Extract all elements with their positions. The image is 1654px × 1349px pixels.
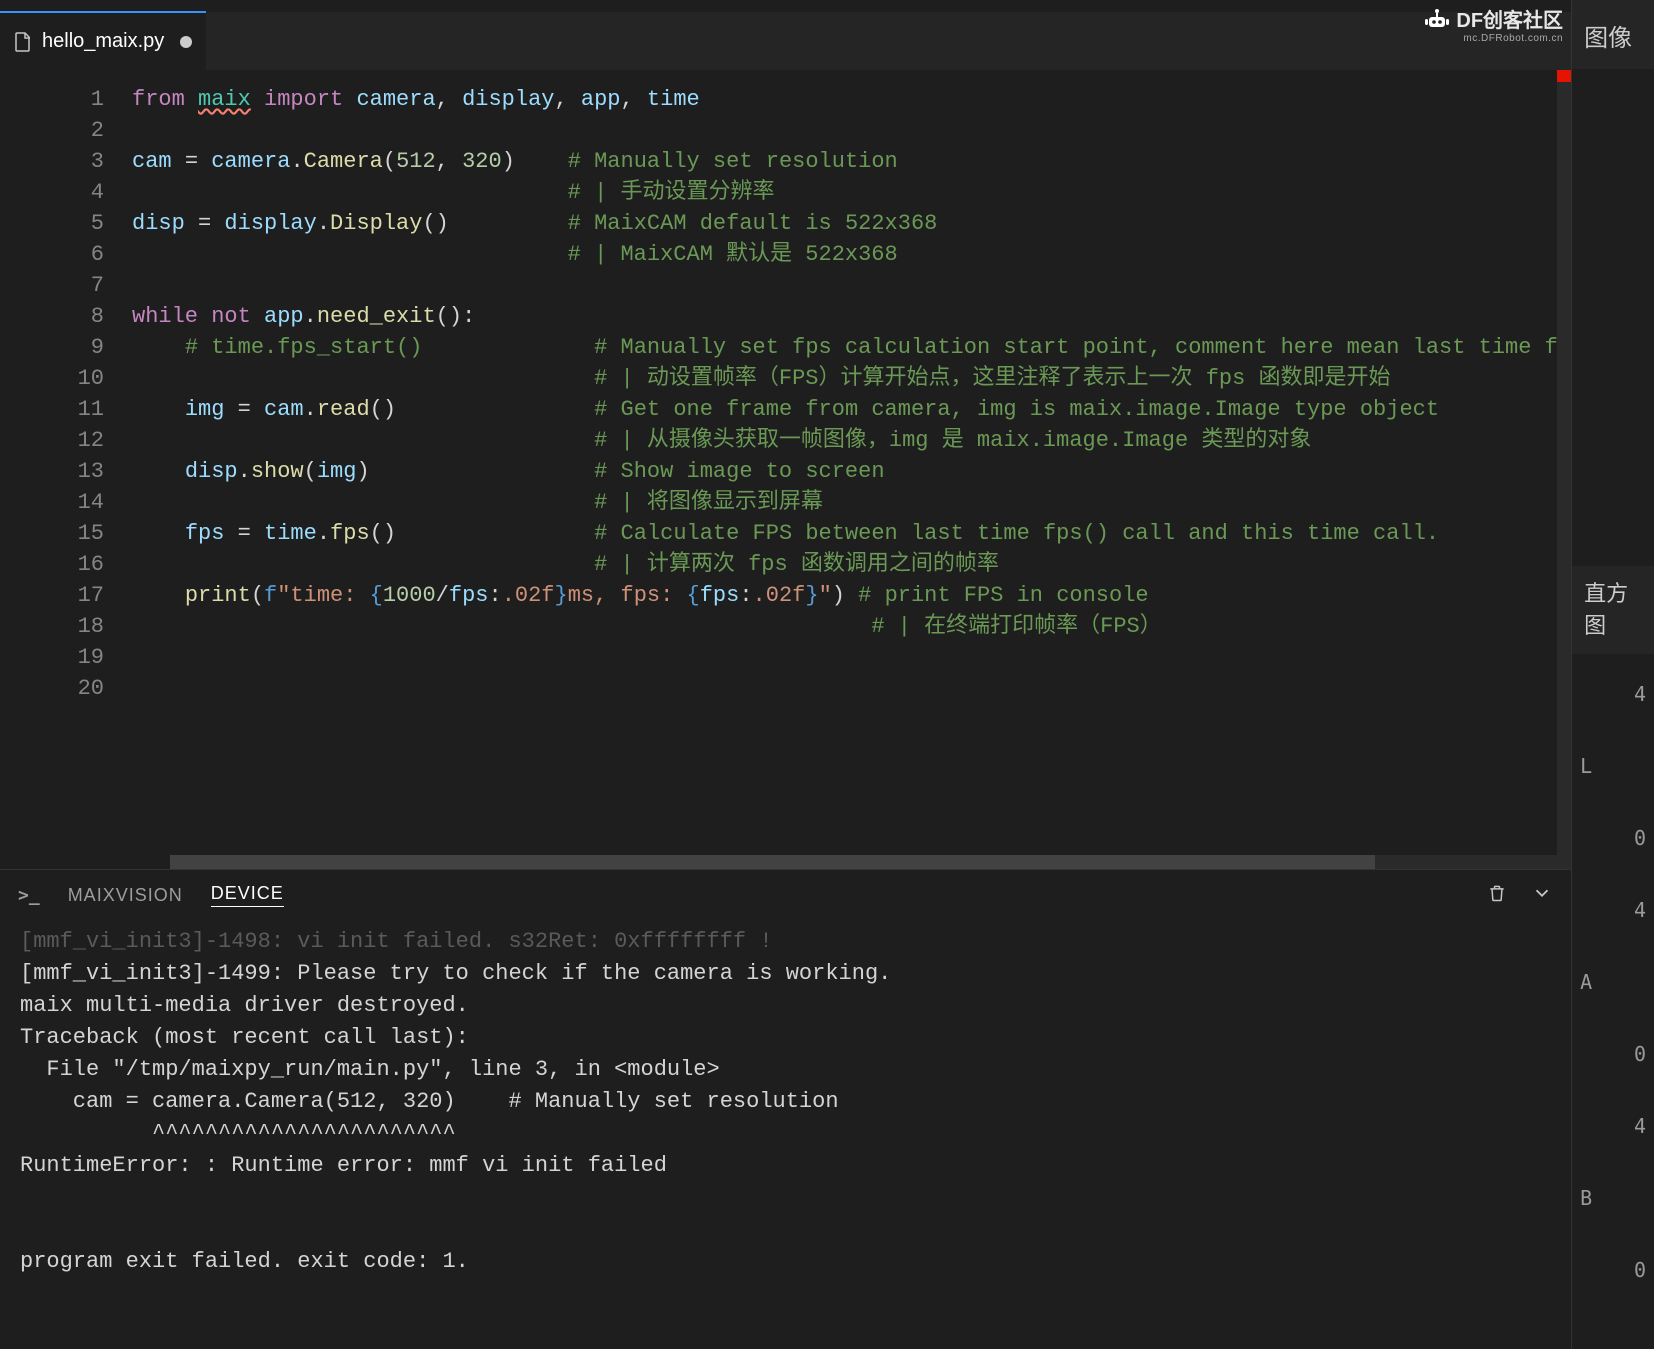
line-number: 20: [0, 673, 132, 704]
line-number: 13: [0, 456, 132, 487]
line-number: 14: [0, 487, 132, 518]
line-number: 17: [0, 580, 132, 611]
line-number-gutter: 1234567891011121314151617181920: [0, 70, 132, 855]
metric-row: A: [1580, 970, 1646, 994]
metric-value: 0: [1634, 1258, 1646, 1282]
line-number: 2: [0, 115, 132, 146]
line-number: 3: [0, 146, 132, 177]
line-number: 6: [0, 239, 132, 270]
line-number: 7: [0, 270, 132, 301]
terminal-header: >_ MAIXVISION DEVICE: [0, 870, 1571, 920]
brand-title: DF创客社区: [1456, 4, 1563, 33]
code-line[interactable]: disp = display.Display() # MaixCAM defau…: [132, 208, 1571, 239]
robot-icon: [1424, 8, 1450, 30]
code-line[interactable]: [132, 115, 1571, 146]
code-line[interactable]: [132, 642, 1571, 673]
metric-value: 4: [1634, 898, 1646, 922]
terminal-line: [20, 1214, 1551, 1246]
metric-channel-label: L: [1580, 754, 1592, 778]
code-line[interactable]: fps = time.fps() # Calculate FPS between…: [132, 518, 1571, 549]
terminal-tab-maixvision[interactable]: MAIXVISION: [68, 885, 183, 906]
brand-subtitle: mc.DFRobot.com.cn: [1463, 33, 1563, 44]
code-line[interactable]: # | 动设置帧率（FPS）计算开始点，这里注释了表示上一次 fps 函数即是开…: [132, 363, 1571, 394]
code-line[interactable]: # time.fps_start() # Manually set fps ca…: [132, 332, 1571, 363]
prompt-icon: >_: [18, 885, 40, 906]
code-line[interactable]: # | 从摄像头获取一帧图像，img 是 maix.image.Image 类型…: [132, 425, 1571, 456]
metric-row: L: [1580, 754, 1646, 778]
editor-horizontal-scrollbar[interactable]: [170, 855, 1571, 869]
line-number: 10: [0, 363, 132, 394]
chevron-down-icon[interactable]: [1531, 882, 1553, 909]
line-number: 1: [0, 84, 132, 115]
line-number: 15: [0, 518, 132, 549]
code-line[interactable]: # | 将图像显示到屏幕: [132, 487, 1571, 518]
code-line[interactable]: # | MaixCAM 默认是 522x368: [132, 239, 1571, 270]
terminal-line: [mmf_vi_init3]-1499: Please try to check…: [20, 958, 1551, 990]
image-preview-area: [1572, 69, 1654, 566]
metric-channel-label: A: [1580, 970, 1592, 994]
terminal-line: maix multi-media driver destroyed.: [20, 990, 1551, 1022]
editor-tab-label: hello_maix.py: [42, 30, 164, 53]
line-number: 18: [0, 611, 132, 642]
terminal-line: ^^^^^^^^^^^^^^^^^^^^^^^: [20, 1118, 1551, 1150]
scrollbar-thumb[interactable]: [170, 855, 1375, 869]
code-line[interactable]: while not app.need_exit():: [132, 301, 1571, 332]
file-icon: [14, 32, 32, 52]
terminal-line: program exit failed. exit code: 1.: [20, 1246, 1551, 1278]
line-number: 16: [0, 549, 132, 580]
side-panel: 图像 直方图 4 L 0 4 A 0 4 B 0: [1571, 0, 1654, 1349]
terminal-line: cam = camera.Camera(512, 320) # Manually…: [20, 1086, 1551, 1118]
code-line[interactable]: # | 手动设置分辨率: [132, 177, 1571, 208]
line-number: 19: [0, 642, 132, 673]
code-line[interactable]: [132, 270, 1571, 301]
terminal-line: RuntimeError: : Runtime error: mmf vi in…: [20, 1150, 1551, 1182]
histogram-area: 4 L 0 4 A 0 4 B 0: [1572, 654, 1654, 1349]
editor-vertical-scrollbar[interactable]: [1557, 70, 1571, 855]
line-number: 11: [0, 394, 132, 425]
code-content[interactable]: from maix import camera, display, app, t…: [132, 70, 1571, 855]
line-number: 4: [0, 177, 132, 208]
brand-watermark: DF创客社区 mc.DFRobot.com.cn: [1424, 4, 1563, 44]
trash-icon[interactable]: [1487, 883, 1507, 908]
side-header-image: 图像: [1572, 0, 1654, 65]
code-line[interactable]: # | 计算两次 fps 函数调用之间的帧率: [132, 549, 1571, 580]
side-header-histogram: 直方图: [1572, 566, 1654, 650]
code-line[interactable]: cam = camera.Camera(512, 320) # Manually…: [132, 146, 1571, 177]
unsaved-dot-icon: [180, 36, 192, 48]
metric-row: B: [1580, 1186, 1646, 1210]
terminal-tab-device[interactable]: DEVICE: [211, 883, 284, 907]
code-line[interactable]: disp.show(img) # Show image to screen: [132, 456, 1571, 487]
line-number: 5: [0, 208, 132, 239]
line-number: 12: [0, 425, 132, 456]
code-line[interactable]: print(f"time: {1000/fps:.02f}ms, fps: {f…: [132, 580, 1571, 611]
terminal-line: [mmf_vi_init3]-1498: vi init failed. s32…: [20, 926, 1551, 958]
editor-tab-hello-maix[interactable]: hello_maix.py: [0, 12, 206, 70]
metric-value: 4: [1634, 1114, 1646, 1138]
code-line[interactable]: from maix import camera, display, app, t…: [132, 84, 1571, 115]
code-line[interactable]: img = cam.read() # Get one frame from ca…: [132, 394, 1571, 425]
metric-value: 4: [1634, 682, 1646, 706]
overview-ruler-error: [1557, 70, 1571, 82]
code-line[interactable]: [132, 673, 1571, 704]
editor-tabbar: hello_maix.py: [0, 12, 1571, 70]
line-number: 8: [0, 301, 132, 332]
bottom-panel: >_ MAIXVISION DEVICE [mmf_v: [0, 869, 1571, 1349]
metric-value: 0: [1634, 826, 1646, 850]
metric-channel-label: B: [1580, 1186, 1592, 1210]
line-number: 9: [0, 332, 132, 363]
metric-value: 0: [1634, 1042, 1646, 1066]
terminal-line: File "/tmp/maixpy_run/main.py", line 3, …: [20, 1054, 1551, 1086]
terminal-line: [20, 1182, 1551, 1214]
terminal-line: Traceback (most recent call last):: [20, 1022, 1551, 1054]
code-line[interactable]: # | 在终端打印帧率（FPS）: [132, 611, 1571, 642]
code-editor[interactable]: 1234567891011121314151617181920 from mai…: [0, 70, 1571, 855]
terminal-output[interactable]: [mmf_vi_init3]-1498: vi init failed. s32…: [0, 920, 1571, 1349]
